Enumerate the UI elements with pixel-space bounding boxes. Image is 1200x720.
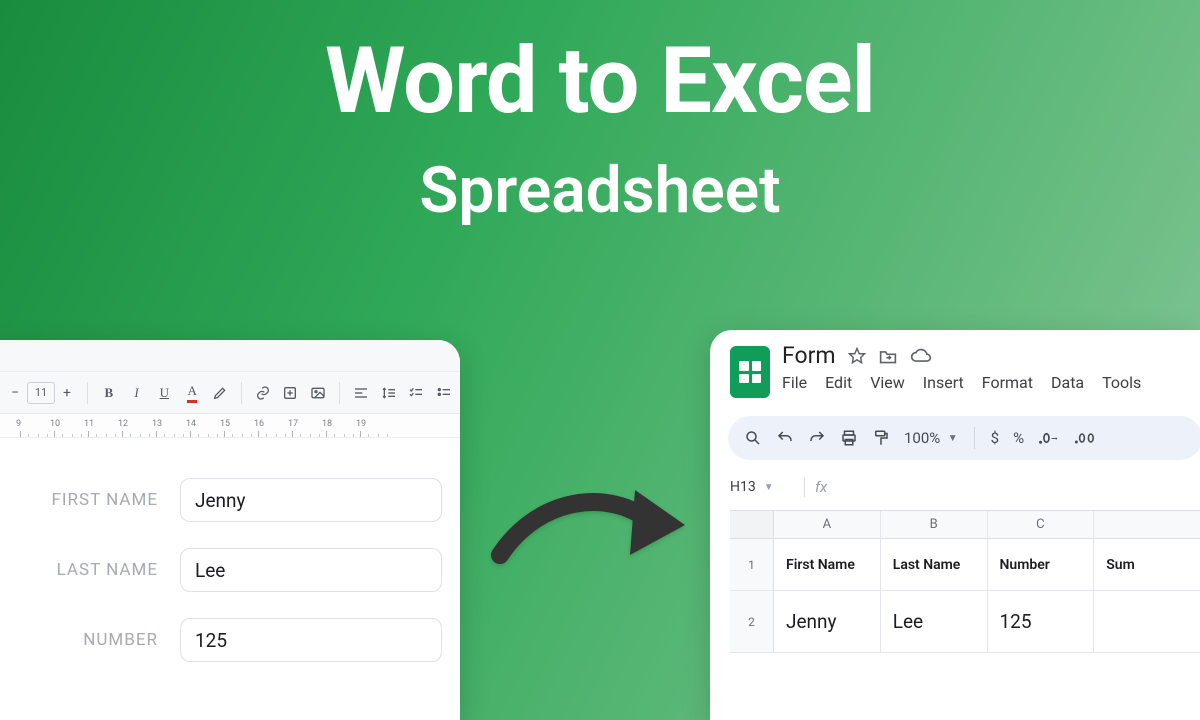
cell-c2[interactable]: 125 — [988, 591, 1095, 653]
ruler-tick: 19 — [356, 419, 366, 429]
ruler-tick: 10 — [50, 419, 60, 429]
doc-title[interactable]: Form — [782, 342, 836, 369]
cell-ref-dropdown-icon[interactable]: ▼ — [764, 482, 774, 493]
row-header-1[interactable]: 1 — [730, 539, 774, 591]
col-header-d[interactable] — [1094, 511, 1200, 539]
arrow-icon — [490, 480, 690, 590]
input-last-name[interactable]: Lee — [180, 548, 442, 592]
link-button[interactable] — [253, 382, 273, 404]
ruler-tick: 15 — [220, 419, 230, 429]
font-size-decrease[interactable]: − — [6, 382, 24, 404]
cell-b2[interactable]: Lee — [881, 591, 988, 653]
bullet-list-button[interactable] — [434, 382, 454, 404]
image-button[interactable] — [308, 382, 328, 404]
font-size-increase[interactable]: + — [58, 382, 76, 404]
ruler-tick: 16 — [254, 419, 264, 429]
sheets-panel: Form File Edit — [710, 330, 1200, 720]
cell-d1[interactable]: Sum — [1094, 539, 1200, 591]
ruler-tick: 13 — [152, 419, 162, 429]
label-first-name: FIRST NAME — [18, 490, 158, 510]
star-icon[interactable] — [848, 347, 866, 365]
label-number: NUMBER — [18, 630, 158, 650]
sheets-logo-icon — [730, 346, 770, 398]
hero-subtitle: Spreadsheet — [0, 153, 1200, 228]
input-number[interactable]: 125 — [180, 618, 442, 662]
word-panel: − 11 + B I U A — [0, 340, 460, 720]
menu-insert[interactable]: Insert — [923, 373, 964, 392]
menu-edit[interactable]: Edit — [825, 373, 852, 392]
menu-data[interactable]: Data — [1051, 373, 1084, 392]
menu-tools[interactable]: Tools — [1102, 373, 1141, 392]
input-first-name[interactable]: Jenny — [180, 478, 442, 522]
cell-c1[interactable]: Number — [988, 539, 1095, 591]
col-header-a[interactable]: A — [774, 511, 881, 539]
label-last-name: LAST NAME — [18, 560, 158, 580]
cell-d2[interactable] — [1094, 591, 1200, 653]
select-all-corner[interactable] — [730, 511, 774, 539]
comment-button[interactable] — [281, 382, 301, 404]
zoom-level[interactable]: 100% ▼ — [904, 429, 958, 447]
bold-button[interactable]: B — [99, 382, 119, 404]
spreadsheet-grid[interactable]: A B C 1 First Name Last Name Number Sum … — [730, 510, 1200, 653]
hero-title: Word to Excel — [0, 28, 1200, 135]
print-icon[interactable] — [840, 429, 858, 447]
line-spacing-button[interactable] — [379, 382, 399, 404]
ruler-tick: 11 — [84, 419, 94, 429]
row-header-2[interactable]: 2 — [730, 591, 774, 653]
cell-a2[interactable]: Jenny — [774, 591, 881, 653]
menu-view[interactable]: View — [870, 373, 905, 392]
sheets-toolbar: 100% ▼ $ % — [728, 416, 1200, 460]
formula-fx-label: fx — [815, 478, 827, 496]
align-button[interactable] — [351, 382, 371, 404]
move-folder-icon[interactable] — [878, 347, 898, 365]
checklist-button[interactable] — [407, 382, 427, 404]
paint-format-icon[interactable] — [872, 429, 890, 447]
ruler-tick: 18 — [322, 419, 332, 429]
font-size-value[interactable]: 11 — [27, 382, 55, 404]
italic-button[interactable]: I — [127, 382, 147, 404]
cell-a1[interactable]: First Name — [774, 539, 881, 591]
col-header-b[interactable]: B — [881, 511, 988, 539]
menu-bar: File Edit View Insert Format Data Tools — [782, 373, 1141, 392]
redo-icon[interactable] — [808, 429, 826, 447]
search-icon[interactable] — [744, 429, 762, 447]
cell-b1[interactable]: Last Name — [881, 539, 988, 591]
underline-button[interactable]: U — [154, 382, 174, 404]
cell-reference[interactable]: H13 — [730, 479, 756, 495]
ruler-tick: 14 — [186, 419, 196, 429]
ruler-tick: 17 — [288, 419, 298, 429]
word-titlebar — [0, 340, 460, 372]
ruler: 9 10 11 12 13 14 15 16 17 18 19 — [0, 414, 460, 438]
menu-format[interactable]: Format — [982, 373, 1033, 392]
text-color-button[interactable]: A — [182, 382, 202, 404]
highlight-button[interactable] — [210, 382, 230, 404]
decrease-decimal-icon[interactable] — [1038, 430, 1060, 446]
col-header-c[interactable]: C — [988, 511, 1095, 539]
increase-decimal-icon[interactable] — [1074, 430, 1098, 446]
menu-file[interactable]: File — [782, 373, 807, 392]
percent-button[interactable]: % — [1013, 429, 1024, 447]
cloud-status-icon[interactable] — [910, 347, 932, 365]
ruler-tick: 12 — [118, 419, 128, 429]
currency-button[interactable]: $ — [991, 429, 999, 447]
word-toolbar: − 11 + B I U A — [0, 372, 460, 414]
ruler-tick: 9 — [16, 419, 21, 429]
undo-icon[interactable] — [776, 429, 794, 447]
